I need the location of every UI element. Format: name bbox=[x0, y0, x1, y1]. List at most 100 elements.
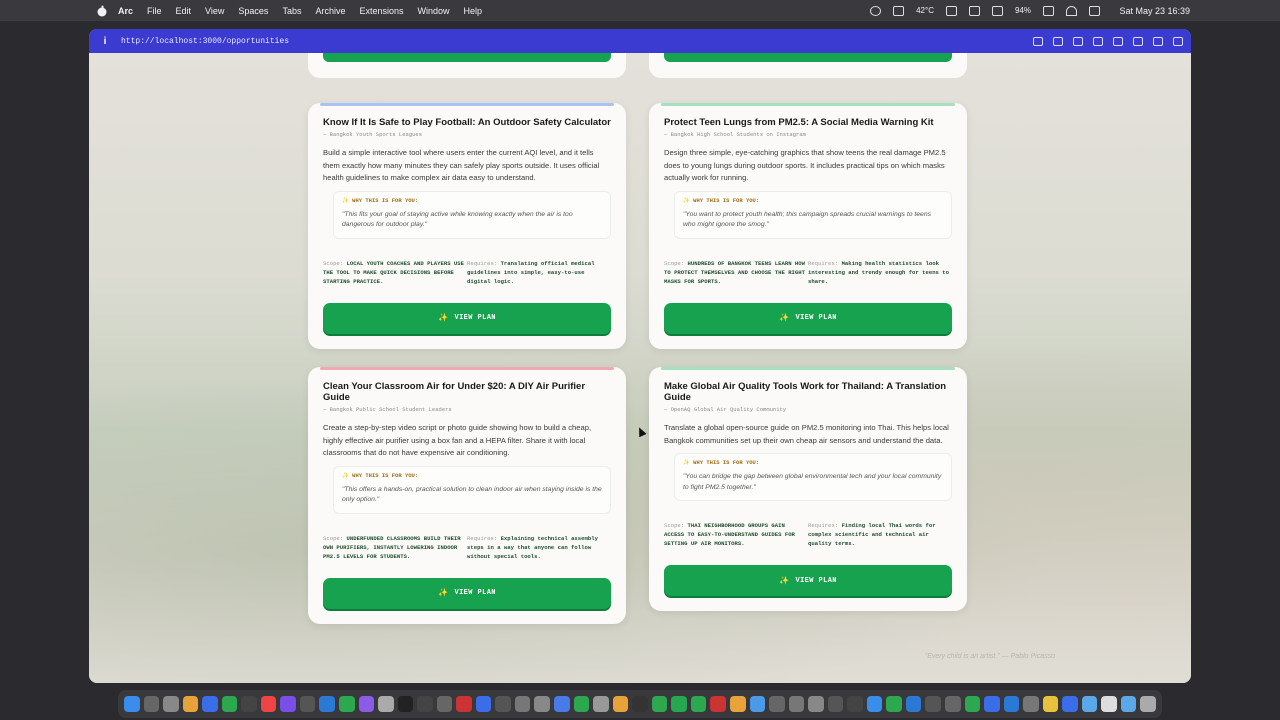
document-icon[interactable] bbox=[1101, 696, 1117, 712]
camera-icon[interactable] bbox=[1073, 36, 1083, 46]
arc-icon[interactable] bbox=[554, 696, 570, 712]
previous-view-plan-button[interactable] bbox=[323, 53, 611, 62]
card-accent-line bbox=[320, 367, 614, 370]
app-icon[interactable] bbox=[808, 696, 824, 712]
app-icon[interactable] bbox=[358, 696, 375, 712]
app-icon[interactable] bbox=[769, 696, 785, 712]
chrome-icon[interactable] bbox=[260, 696, 277, 712]
app-icon[interactable] bbox=[378, 696, 394, 712]
split-icon[interactable] bbox=[1153, 36, 1163, 46]
previous-view-plan-button[interactable] bbox=[664, 53, 952, 62]
app-icon[interactable] bbox=[1062, 696, 1078, 712]
app-icon[interactable] bbox=[1042, 696, 1059, 712]
app-icon[interactable] bbox=[1003, 696, 1020, 712]
menu-archive[interactable]: Archive bbox=[315, 6, 345, 16]
menu-app-arc[interactable]: Arc bbox=[118, 6, 133, 16]
app-icon[interactable] bbox=[612, 696, 629, 712]
app-icon[interactable] bbox=[339, 696, 355, 712]
why-label: ✨ WHY THIS IS FOR YOU: bbox=[342, 196, 419, 204]
app-icon[interactable] bbox=[241, 696, 257, 712]
app-icon[interactable] bbox=[495, 696, 511, 712]
status-icon[interactable] bbox=[893, 5, 905, 16]
app-icon[interactable] bbox=[827, 696, 844, 712]
globe-icon[interactable] bbox=[1113, 36, 1123, 46]
app-icon[interactable] bbox=[729, 696, 746, 712]
app-icon[interactable] bbox=[514, 696, 531, 712]
folder-icon[interactable] bbox=[1120, 696, 1137, 712]
control-center-icon[interactable] bbox=[1089, 5, 1100, 16]
app-icon[interactable] bbox=[436, 696, 453, 712]
app-icon[interactable] bbox=[788, 696, 805, 712]
card-accent-line bbox=[661, 367, 955, 370]
app-icon[interactable] bbox=[417, 696, 433, 712]
settings-icon[interactable] bbox=[163, 696, 179, 712]
menu-spaces[interactable]: Spaces bbox=[238, 6, 268, 16]
url-bar[interactable]: i http://localhost:3000/opportunities bbox=[89, 29, 1191, 53]
menu-window[interactable]: Window bbox=[418, 6, 450, 16]
vscode-icon[interactable] bbox=[319, 696, 336, 712]
app-icon[interactable] bbox=[456, 696, 472, 712]
app-icon[interactable] bbox=[984, 696, 1000, 712]
app-icon[interactable] bbox=[905, 696, 922, 712]
trash-icon[interactable] bbox=[1140, 696, 1156, 712]
folder-icon[interactable] bbox=[1081, 696, 1098, 712]
menu-view[interactable]: View bbox=[205, 6, 224, 16]
view-plan-button[interactable]: ✨ VIEW PLAN bbox=[323, 302, 611, 334]
spotify-icon[interactable] bbox=[573, 696, 590, 712]
app-icon[interactable] bbox=[651, 696, 668, 712]
app-icon[interactable] bbox=[710, 696, 726, 712]
app-icon[interactable] bbox=[475, 696, 492, 712]
sparkle-icon: ✨ bbox=[438, 314, 449, 323]
app-icon[interactable] bbox=[690, 696, 707, 712]
record-icon[interactable] bbox=[870, 5, 882, 16]
menu-bar: Arc File Edit View Spaces Tabs Archive E… bbox=[0, 0, 1280, 21]
keyboard-icon[interactable] bbox=[991, 5, 1003, 16]
launchpad-icon[interactable] bbox=[143, 696, 160, 712]
battery-icon[interactable] bbox=[1043, 5, 1054, 16]
panel-icon[interactable] bbox=[1093, 36, 1103, 46]
view-plan-button[interactable]: ✨ VIEW PLAN bbox=[323, 577, 611, 609]
page-viewport: Know If It Is Safe to Play Football: An … bbox=[89, 53, 1191, 683]
finder-icon[interactable] bbox=[124, 696, 140, 712]
view-plan-label: VIEW PLAN bbox=[795, 576, 837, 585]
app-icon[interactable] bbox=[866, 696, 883, 712]
app-icon[interactable] bbox=[944, 696, 961, 712]
menu-help[interactable]: Help bbox=[464, 6, 483, 16]
apple-icon[interactable] bbox=[96, 5, 108, 17]
sidebar-icon[interactable] bbox=[1173, 36, 1183, 46]
view-plan-button[interactable]: ✨ VIEW PLAN bbox=[664, 565, 952, 596]
wifi-icon[interactable] bbox=[1066, 5, 1077, 16]
app-icon[interactable] bbox=[593, 696, 609, 712]
app-icon[interactable] bbox=[964, 696, 981, 712]
app-icon[interactable] bbox=[280, 696, 296, 712]
menu-edit[interactable]: Edit bbox=[176, 6, 192, 16]
app-icon[interactable] bbox=[925, 696, 941, 712]
card-title: Clean Your Classroom Air for Under $20: … bbox=[323, 381, 586, 403]
app-icon[interactable] bbox=[886, 696, 902, 712]
menu-tabs[interactable]: Tabs bbox=[282, 6, 301, 16]
grid-icon[interactable] bbox=[945, 5, 957, 16]
app-icon[interactable] bbox=[847, 696, 863, 712]
menubar-clock[interactable]: Sat May 23 16:39 bbox=[1119, 6, 1190, 16]
info-icon[interactable]: i bbox=[95, 36, 115, 47]
app-icon[interactable] bbox=[749, 696, 766, 712]
scope-label: Scope: bbox=[323, 534, 344, 542]
app-icon[interactable] bbox=[299, 696, 316, 712]
app-icon[interactable] bbox=[632, 696, 648, 712]
app-icon[interactable] bbox=[182, 696, 199, 712]
bluetooth-icon[interactable] bbox=[968, 5, 980, 16]
view-plan-button[interactable]: ✨ VIEW PLAN bbox=[664, 302, 952, 334]
target-icon[interactable] bbox=[1133, 36, 1143, 46]
app-icon[interactable] bbox=[1023, 696, 1039, 712]
menu-file[interactable]: File bbox=[147, 6, 162, 16]
menu-extensions[interactable]: Extensions bbox=[359, 6, 403, 16]
terminal-icon[interactable] bbox=[397, 696, 414, 712]
toolbar-icons bbox=[1033, 36, 1183, 46]
url-text[interactable]: http://localhost:3000/opportunities bbox=[121, 37, 289, 46]
app-icon[interactable] bbox=[202, 696, 218, 712]
whatsapp-icon[interactable] bbox=[671, 696, 687, 712]
app-icon[interactable] bbox=[534, 696, 551, 712]
capture-icon[interactable] bbox=[1053, 36, 1063, 46]
app-icon[interactable] bbox=[221, 696, 238, 712]
link-icon[interactable] bbox=[1033, 36, 1043, 46]
